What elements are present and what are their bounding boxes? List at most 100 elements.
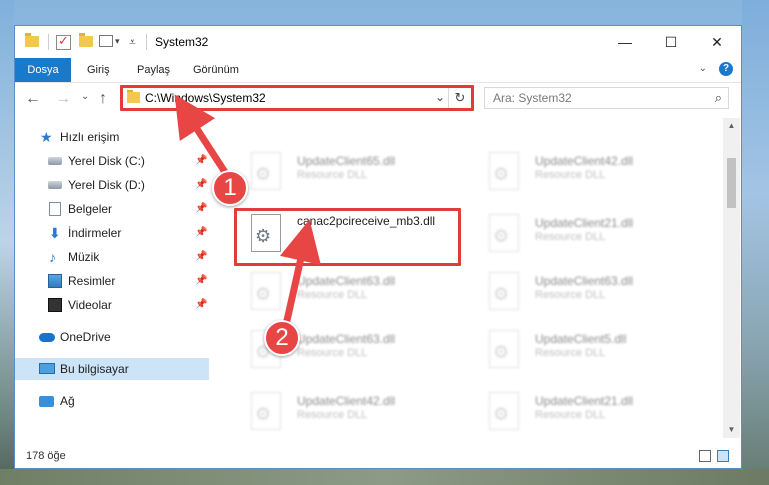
ribbon-tabs: Dosya Giriş Paylaş Görünüm ⌄ ? [15, 58, 741, 83]
maximize-button[interactable]: ☐ [648, 26, 694, 58]
file-name: UpdateClient42.dll [535, 154, 634, 168]
step-2-badge: 2 [264, 320, 300, 356]
sidebar-item-this-pc[interactable]: Bu bilgisayar [15, 358, 209, 380]
file-item[interactable]: UpdateClient42.dll Resource DLL [475, 146, 705, 196]
tab-view[interactable]: Görünüm [191, 58, 241, 82]
pin-icon: 📌 [195, 275, 208, 286]
network-icon [39, 396, 54, 407]
address-highlight-box [120, 85, 474, 111]
tab-share[interactable]: Paylaş [135, 58, 172, 82]
scroll-down-icon[interactable]: ▼ [723, 422, 740, 438]
file-description: Resource DLL [535, 169, 606, 181]
back-button[interactable]: ← [25, 90, 41, 108]
file-description: Resource DLL [297, 347, 368, 359]
documents-icon [49, 202, 61, 216]
details-view-icon[interactable] [699, 450, 711, 462]
search-input[interactable]: Ara: System32 ⌕ [484, 87, 729, 109]
toolbar-separator [48, 34, 49, 50]
file-item[interactable]: UpdateClient21.dll Resource DLL [475, 386, 705, 436]
minimize-button[interactable]: — [602, 26, 648, 58]
pin-icon: 📌 [195, 155, 208, 166]
drive-icon [48, 181, 62, 189]
file-item[interactable]: UpdateClient5.dll Resource DLL [475, 324, 705, 374]
sidebar-item-label: Yerel Disk (C:) [68, 154, 145, 168]
expand-ribbon-icon[interactable]: ⌄ [699, 63, 707, 74]
dll-file-icon [489, 152, 519, 190]
chevron-down-icon[interactable]: ▾ [115, 36, 120, 52]
tab-file[interactable]: Dosya [15, 58, 71, 82]
pictures-icon [48, 274, 62, 288]
navigation-pane: ★ Hızlı erişim Yerel Disk (C:) 📌 Yerel D… [15, 118, 209, 438]
sidebar-item-label: OneDrive [60, 330, 111, 344]
file-item[interactable]: UpdateClient21.dll Resource DLL [475, 208, 705, 258]
file-name: UpdateClient63.dll [297, 274, 396, 288]
window-title: System32 [155, 35, 209, 49]
sidebar-item-onedrive[interactable]: OneDrive [15, 326, 209, 348]
large-icons-view-icon[interactable] [717, 450, 729, 462]
file-description: Resource DLL [535, 409, 606, 421]
status-bar: 178 öğe [15, 446, 741, 468]
sidebar-item-downloads[interactable]: ⬇ İndirmeler 📌 [15, 222, 209, 244]
dll-file-icon [251, 152, 281, 190]
dll-file-icon [489, 214, 519, 252]
music-icon: ♪ [49, 249, 56, 265]
file-description: Resource DLL [297, 409, 368, 421]
pin-icon: 📌 [195, 227, 208, 238]
sidebar-item-local-disk-d[interactable]: Yerel Disk (D:) 📌 [15, 174, 209, 196]
sidebar-item-label: Müzik [68, 250, 100, 264]
customize-toolbar-icon[interactable]: ⩡ [129, 35, 136, 51]
scrollbar-thumb[interactable] [727, 158, 736, 208]
file-item[interactable]: UpdateClient42.dll Resource DLL [237, 386, 467, 436]
recent-locations-button[interactable]: ⌄ [81, 91, 89, 102]
tab-home[interactable]: Giriş [85, 58, 112, 82]
desktop-background-bottom [0, 469, 769, 485]
pin-icon: 📌 [195, 203, 208, 214]
item-count: 178 öğe [26, 450, 66, 462]
help-icon[interactable]: ? [719, 62, 733, 76]
file-list: UpdateClient65.dll Resource DLL UpdateCl… [223, 118, 723, 438]
file-item[interactable]: UpdateClient65.dll Resource DLL [237, 146, 467, 196]
pin-icon: 📌 [195, 179, 208, 190]
vertical-scrollbar[interactable]: ▲ ▼ [723, 118, 740, 438]
file-highlight-box [234, 208, 461, 266]
desktop-background-right [742, 0, 769, 485]
properties-icon[interactable] [56, 33, 71, 50]
search-icon[interactable]: ⌕ [715, 90, 722, 106]
file-name: UpdateClient63.dll [535, 274, 634, 288]
sidebar-item-label: Resimler [68, 274, 116, 288]
cloud-icon [39, 333, 55, 342]
up-button[interactable]: ↑ [99, 90, 107, 108]
file-item[interactable]: UpdateClient63.dll Resource DLL [475, 266, 705, 316]
file-item[interactable]: UpdateClient63.dll Resource DLL [237, 266, 467, 316]
sidebar-item-documents[interactable]: Belgeler 📌 [15, 198, 209, 220]
pin-icon: 📌 [195, 251, 208, 262]
sidebar-item-label: Videolar [68, 298, 112, 312]
dll-file-icon [251, 272, 281, 310]
file-description: Resource DLL [297, 289, 368, 301]
sidebar-item-quick-access[interactable]: ★ Hızlı erişim [15, 126, 209, 148]
sidebar-item-network[interactable]: Ağ [15, 390, 209, 412]
file-name: UpdateClient21.dll [535, 216, 634, 230]
rename-icon[interactable] [99, 35, 113, 47]
file-description: Resource DLL [535, 347, 606, 359]
file-name: UpdateClient5.dll [535, 332, 627, 346]
sidebar-item-local-disk-c[interactable]: Yerel Disk (C:) 📌 [15, 150, 209, 172]
sidebar-item-music[interactable]: ♪ Müzik 📌 [15, 246, 209, 268]
explorer-window: ▾ ⩡ System32 — ☐ ✕ Dosya Giriş Paylaş Gö… [14, 25, 742, 469]
search-placeholder: Ara: System32 [493, 91, 572, 105]
sidebar-item-label: Belgeler [68, 202, 113, 216]
close-button[interactable]: ✕ [694, 26, 740, 58]
file-description: Resource DLL [535, 231, 606, 243]
forward-button[interactable]: → [55, 90, 71, 108]
sidebar-item-label: Ağ [60, 394, 75, 408]
dll-file-icon [489, 392, 519, 430]
sidebar-item-label: Bu bilgisayar [60, 362, 129, 376]
step-1-badge: 1 [212, 170, 248, 206]
dll-file-icon [489, 272, 519, 310]
folder-icon [25, 33, 39, 47]
scroll-up-icon[interactable]: ▲ [723, 118, 740, 134]
title-bar: ▾ ⩡ System32 — ☐ ✕ [15, 26, 741, 58]
sidebar-item-pictures[interactable]: Resimler 📌 [15, 270, 209, 292]
new-folder-icon[interactable] [79, 33, 93, 47]
sidebar-item-videos[interactable]: Videolar 📌 [15, 294, 209, 316]
